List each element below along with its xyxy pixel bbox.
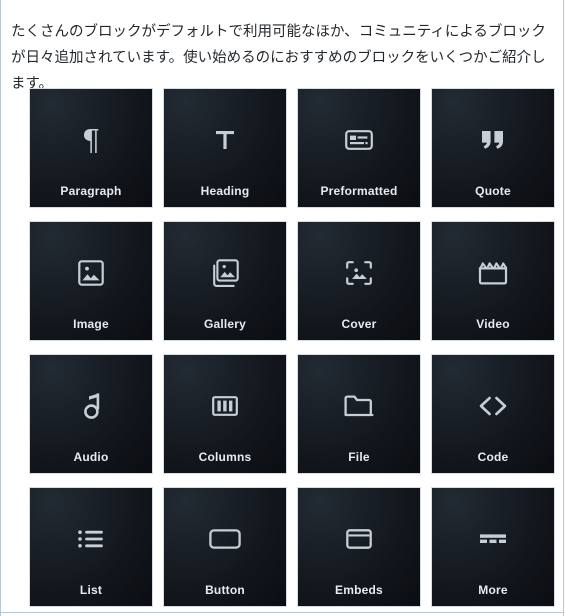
preformatted-icon bbox=[298, 123, 420, 157]
block-tile-quote[interactable]: Quote bbox=[431, 88, 555, 208]
pilcrow-icon: ¶ bbox=[81, 122, 101, 157]
block-tile-label: Cover bbox=[341, 317, 377, 331]
block-type-grid: ¶ Paragraph Heading Preformatted Quote I… bbox=[29, 88, 555, 607]
gallery-stack-icon bbox=[164, 256, 286, 290]
block-tile-list[interactable]: List bbox=[29, 487, 153, 607]
block-tile-label: Embeds bbox=[335, 583, 383, 597]
clapperboard-icon bbox=[432, 256, 554, 290]
block-tile-preformatted[interactable]: Preformatted bbox=[297, 88, 421, 208]
block-tile-cover[interactable]: Cover bbox=[297, 221, 421, 341]
block-tile-label: Audio bbox=[73, 450, 109, 464]
cover-crop-icon bbox=[298, 256, 420, 290]
columns-icon bbox=[164, 389, 286, 423]
block-tile-label: Code bbox=[477, 450, 509, 464]
browser-window-icon bbox=[298, 522, 420, 556]
block-tile-more[interactable]: More bbox=[431, 487, 555, 607]
block-tile-label: Video bbox=[476, 317, 510, 331]
block-tile-gallery[interactable]: Gallery bbox=[163, 221, 287, 341]
block-tile-label: Preformatted bbox=[320, 184, 398, 198]
block-tile-code[interactable]: Code bbox=[431, 354, 555, 474]
block-tile-label: Button bbox=[205, 583, 245, 597]
block-tile-embeds[interactable]: Embeds bbox=[297, 487, 421, 607]
block-tile-label: Columns bbox=[198, 450, 252, 464]
bulleted-list-icon bbox=[30, 522, 152, 556]
block-tile-label: File bbox=[348, 450, 370, 464]
block-tile-heading[interactable]: Heading bbox=[163, 88, 287, 208]
block-tile-label: More bbox=[478, 583, 508, 597]
rounded-rect-icon bbox=[164, 522, 286, 556]
image-icon bbox=[30, 256, 152, 290]
intro-paragraph: たくさんのブロックがデフォルトで利用可能なほか、コミュニティによるブロックが日々… bbox=[11, 23, 546, 92]
block-tile-image[interactable]: Image bbox=[29, 221, 153, 341]
block-showcase-screen: たくさんのブロックがデフォルトで利用可能なほか、コミュニティによるブロックが日々… bbox=[0, 0, 566, 616]
page-frame-left-border bbox=[0, 0, 1, 616]
block-tile-button[interactable]: Button bbox=[163, 487, 287, 607]
block-tile-video[interactable]: Video bbox=[431, 221, 555, 341]
quote-marks-icon bbox=[432, 123, 554, 157]
block-tile-label: Gallery bbox=[203, 317, 247, 331]
music-note-icon bbox=[30, 389, 152, 423]
block-tile-label: Paragraph bbox=[60, 184, 122, 198]
more-dashes-icon bbox=[432, 522, 554, 556]
block-tile-label: Image bbox=[73, 317, 109, 331]
heading-t-icon bbox=[164, 123, 286, 157]
page-frame-bottom-border bbox=[0, 612, 564, 613]
folder-icon bbox=[298, 389, 420, 423]
block-tile-label: Quote bbox=[475, 184, 511, 198]
block-tile-columns[interactable]: Columns bbox=[163, 354, 287, 474]
block-tile-label: List bbox=[79, 583, 103, 597]
block-tile-file[interactable]: File bbox=[297, 354, 421, 474]
block-tile-label: Heading bbox=[200, 184, 250, 198]
block-tile-audio[interactable]: Audio bbox=[29, 354, 153, 474]
page-frame-right-border bbox=[563, 0, 564, 616]
angle-brackets-icon bbox=[432, 389, 554, 423]
block-tile-paragraph[interactable]: ¶ Paragraph bbox=[29, 88, 153, 208]
